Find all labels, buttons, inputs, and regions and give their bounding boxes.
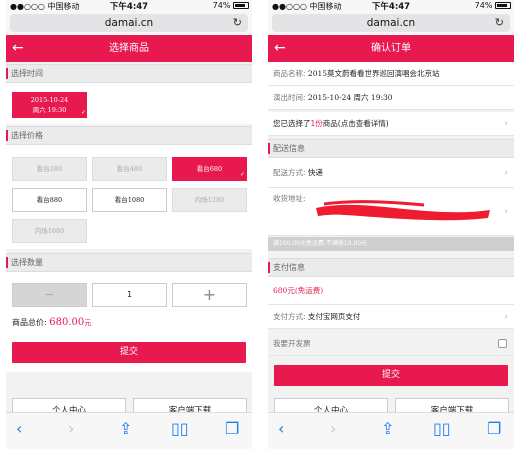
invoice-row[interactable]: 我要开发票 bbox=[268, 332, 514, 356]
payment-method-value: 支付宝网页支付 bbox=[307, 312, 361, 321]
status-bar: ●●○○○ 中国移动 下午4:47 74% bbox=[6, 0, 252, 12]
product-name-value: 2015莫文蔚看看世界巡回演唱会北京站 bbox=[307, 69, 440, 78]
reload-icon[interactable]: ↻ bbox=[495, 14, 504, 32]
battery-indicator: 74% bbox=[213, 1, 249, 10]
time-pane: 2015-10-24 周六 19:30 ✓ bbox=[6, 83, 252, 124]
forward-icon[interactable]: › bbox=[330, 419, 336, 438]
price-pane: 看台280 看台480 看台680 ✓ 看台880 看台1080 内场1280 内… bbox=[6, 145, 252, 249]
delivery-method-label: 配送方式: bbox=[273, 168, 306, 177]
price-option[interactable]: 看台880 bbox=[12, 188, 87, 212]
back-icon[interactable]: ‹ bbox=[16, 419, 22, 438]
product-name-label: 商品名称: bbox=[273, 69, 306, 78]
date-option[interactable]: 2015-10-24 周六 19:30 ✓ bbox=[12, 92, 87, 118]
address-label: 收货地址: bbox=[273, 194, 306, 203]
chevron-right-icon: › bbox=[504, 168, 508, 178]
price-option[interactable]: 看台280 bbox=[12, 157, 87, 181]
share-icon[interactable]: ⇪ bbox=[119, 419, 132, 438]
bookmarks-icon[interactable]: ▯▯ bbox=[433, 419, 451, 438]
invoice-label: 我要开发票 bbox=[273, 339, 311, 348]
total-amount: 680.00 bbox=[49, 317, 85, 328]
url-field[interactable]: damai.cn ↻ bbox=[10, 14, 248, 32]
battery-indicator: 74% bbox=[475, 1, 511, 10]
confirm-order-screen: ●●○○○ 中国移动 下午4:47 74% damai.cn ↻ ← 确认订单 … bbox=[268, 0, 514, 449]
status-bar: ●●○○○ 中国移动 下午4:47 74% bbox=[268, 0, 514, 12]
total-unit: 元 bbox=[84, 319, 92, 327]
payment-amount-row: 680元(免运费) bbox=[268, 277, 514, 305]
check-icon: ✓ bbox=[239, 171, 245, 178]
selected-prefix: 您已选择了 bbox=[273, 119, 311, 128]
redaction-scribble bbox=[316, 200, 490, 221]
date-option-weekday: 周六 19:30 bbox=[32, 106, 67, 114]
nav-bar: ← 选择商品 bbox=[6, 35, 252, 62]
forward-icon[interactable]: › bbox=[68, 419, 74, 438]
chevron-right-icon: › bbox=[504, 312, 508, 322]
increase-button[interactable]: + bbox=[172, 283, 247, 307]
delivery-method-value: 快递 bbox=[307, 168, 323, 177]
url-field[interactable]: damai.cn ↻ bbox=[272, 14, 510, 32]
selected-count: 1份 bbox=[310, 119, 323, 128]
decrease-button[interactable]: — bbox=[12, 283, 87, 307]
tabs-icon[interactable]: ❐ bbox=[225, 419, 239, 438]
reload-icon[interactable]: ↻ bbox=[233, 14, 242, 32]
product-name-row: 商品名称: 2015莫文蔚看看世界巡回演唱会北京站 bbox=[268, 62, 514, 86]
qty-pane: — 1 + 商品总价: 680.00元 提交 bbox=[6, 272, 252, 372]
price-option-selected[interactable]: 看台680 ✓ bbox=[172, 157, 247, 181]
tabs-icon[interactable]: ❐ bbox=[487, 419, 501, 438]
freight-note: 满100.00元免运费,不满收10.00元 bbox=[268, 237, 514, 251]
delivery-section-title: 配送信息 bbox=[268, 139, 514, 158]
price-option[interactable]: 内场1280 bbox=[172, 188, 247, 212]
back-arrow-icon[interactable]: ← bbox=[12, 35, 24, 61]
payment-method-label: 支付方式: bbox=[273, 312, 306, 321]
battery-icon bbox=[495, 2, 511, 9]
nav-bar: ← 确认订单 bbox=[268, 35, 514, 62]
quantity-field[interactable]: 1 bbox=[92, 283, 167, 307]
total-label: 商品总价: bbox=[12, 318, 47, 327]
back-icon[interactable]: ‹ bbox=[278, 419, 284, 438]
back-arrow-icon[interactable]: ← bbox=[274, 35, 286, 61]
address-bar: damai.cn ↻ bbox=[6, 12, 252, 35]
chevron-right-icon: › bbox=[504, 119, 508, 129]
address-bar: damai.cn ↻ bbox=[268, 12, 514, 35]
bookmarks-icon[interactable]: ▯▯ bbox=[171, 419, 189, 438]
show-time-label: 演出时间: bbox=[273, 93, 306, 102]
select-goods-screen: ●●○○○ 中国移动 下午4:47 74% damai.cn ↻ ← 选择商品 … bbox=[6, 0, 252, 449]
date-option-date: 2015-10-24 bbox=[30, 96, 69, 104]
time-section-title: 选择时间 bbox=[6, 64, 252, 83]
qty-section-title: 选择数量 bbox=[6, 253, 252, 272]
submit-button[interactable]: 提交 bbox=[274, 365, 508, 386]
price-section-title: 选择价格 bbox=[6, 126, 252, 145]
submit-button[interactable]: 提交 bbox=[12, 342, 246, 363]
delivery-method-row[interactable]: 配送方式: 快递 › bbox=[268, 158, 514, 188]
show-time-row: 演出时间: 2015-10-24 周六 19:30 bbox=[268, 86, 514, 110]
page-title: 选择商品 bbox=[109, 43, 149, 54]
check-icon: ✓ bbox=[80, 109, 86, 116]
price-option[interactable]: 看台1080 bbox=[92, 188, 167, 212]
invoice-checkbox[interactable] bbox=[498, 339, 507, 348]
selected-items-row[interactable]: 您已选择了1份商品(点击查看详情) › bbox=[268, 112, 514, 136]
price-option[interactable]: 看台480 bbox=[92, 157, 167, 181]
price-option[interactable]: 内场1680 bbox=[12, 219, 87, 243]
payment-section-title: 支付信息 bbox=[268, 258, 514, 277]
show-time-value: 2015-10-24 周六 19:30 bbox=[307, 93, 393, 102]
chevron-right-icon: › bbox=[504, 207, 508, 217]
browser-toolbar: ‹ › ⇪ ▯▯ ❐ bbox=[268, 412, 514, 449]
payment-method-row[interactable]: 支付方式: 支付宝网页支付 › bbox=[268, 305, 514, 329]
share-icon[interactable]: ⇪ bbox=[381, 419, 394, 438]
browser-toolbar: ‹ › ⇪ ▯▯ ❐ bbox=[6, 412, 252, 449]
battery-icon bbox=[233, 2, 249, 9]
payment-amount: 680元(免运费) bbox=[273, 286, 324, 295]
page-title: 确认订单 bbox=[371, 43, 411, 54]
total-price: 商品总价: 680.00元 bbox=[12, 317, 91, 328]
selected-suffix: 商品(点击查看详情) bbox=[322, 119, 389, 128]
